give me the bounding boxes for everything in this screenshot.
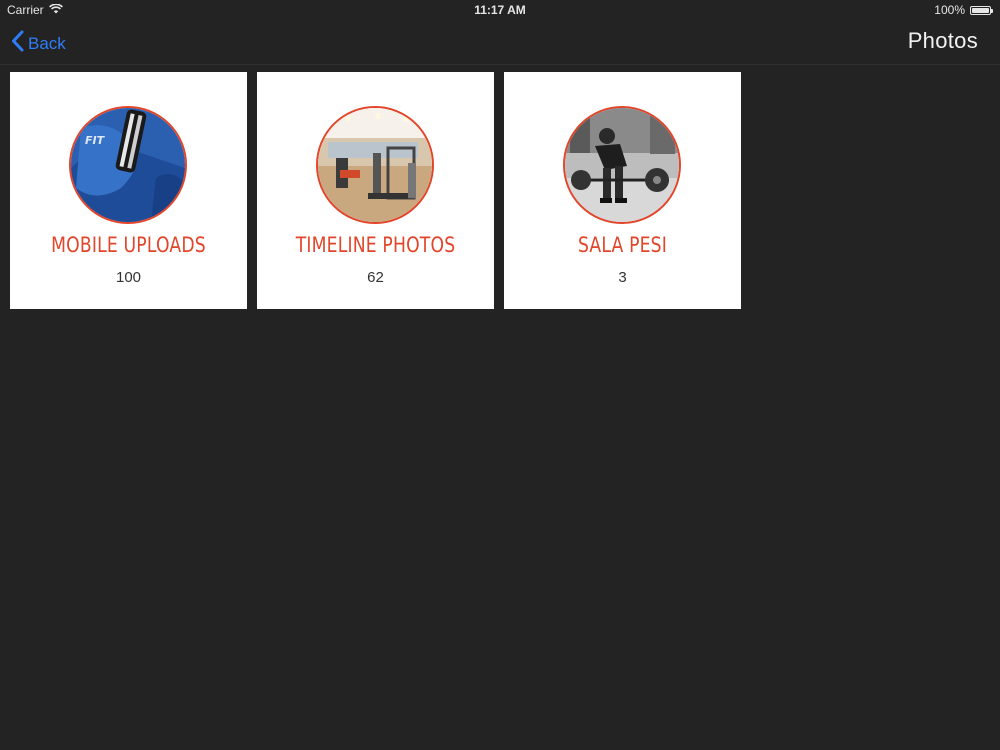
chevron-left-icon — [11, 30, 24, 57]
album-card-sala-pesi[interactable]: SALA PESI 3 — [504, 72, 741, 309]
album-count: 100 — [115, 269, 142, 286]
album-thumbnail — [563, 106, 681, 224]
back-label: Back — [28, 33, 66, 53]
album-card-mobile-uploads[interactable]: FIT MOBILE UPLOADS 100 — [10, 72, 247, 309]
album-thumbnail: FIT — [69, 106, 187, 224]
navigation-bar: Back Photos — [0, 20, 1000, 65]
status-bar: Carrier 11:17 AM 100% — [0, 0, 1000, 20]
status-right: 100% — [934, 3, 993, 17]
album-count: 62 — [367, 269, 384, 286]
album-name: TIMELINE PHOTOS — [295, 233, 456, 257]
battery-percent: 100% — [934, 3, 965, 17]
gym-interior-photo — [318, 108, 432, 222]
blue-jersey-photo: FIT — [71, 108, 185, 222]
svg-text:FIT: FIT — [85, 134, 106, 147]
page-title: Photos — [907, 28, 978, 53]
album-grid: FIT MOBILE UPLOADS 100 TIMELINE PHOTOS 6… — [10, 72, 741, 309]
album-thumbnail — [316, 106, 434, 224]
album-card-timeline-photos[interactable]: TIMELINE PHOTOS 62 — [257, 72, 494, 309]
status-time: 11:17 AM — [474, 3, 526, 17]
album-name: SALA PESI — [577, 233, 668, 257]
battery-icon — [970, 5, 993, 15]
album-name: MOBILE UPLOADS — [51, 233, 206, 257]
deadlift-photo — [565, 108, 679, 222]
album-count: 3 — [618, 269, 627, 286]
back-button[interactable]: Back — [11, 30, 66, 57]
